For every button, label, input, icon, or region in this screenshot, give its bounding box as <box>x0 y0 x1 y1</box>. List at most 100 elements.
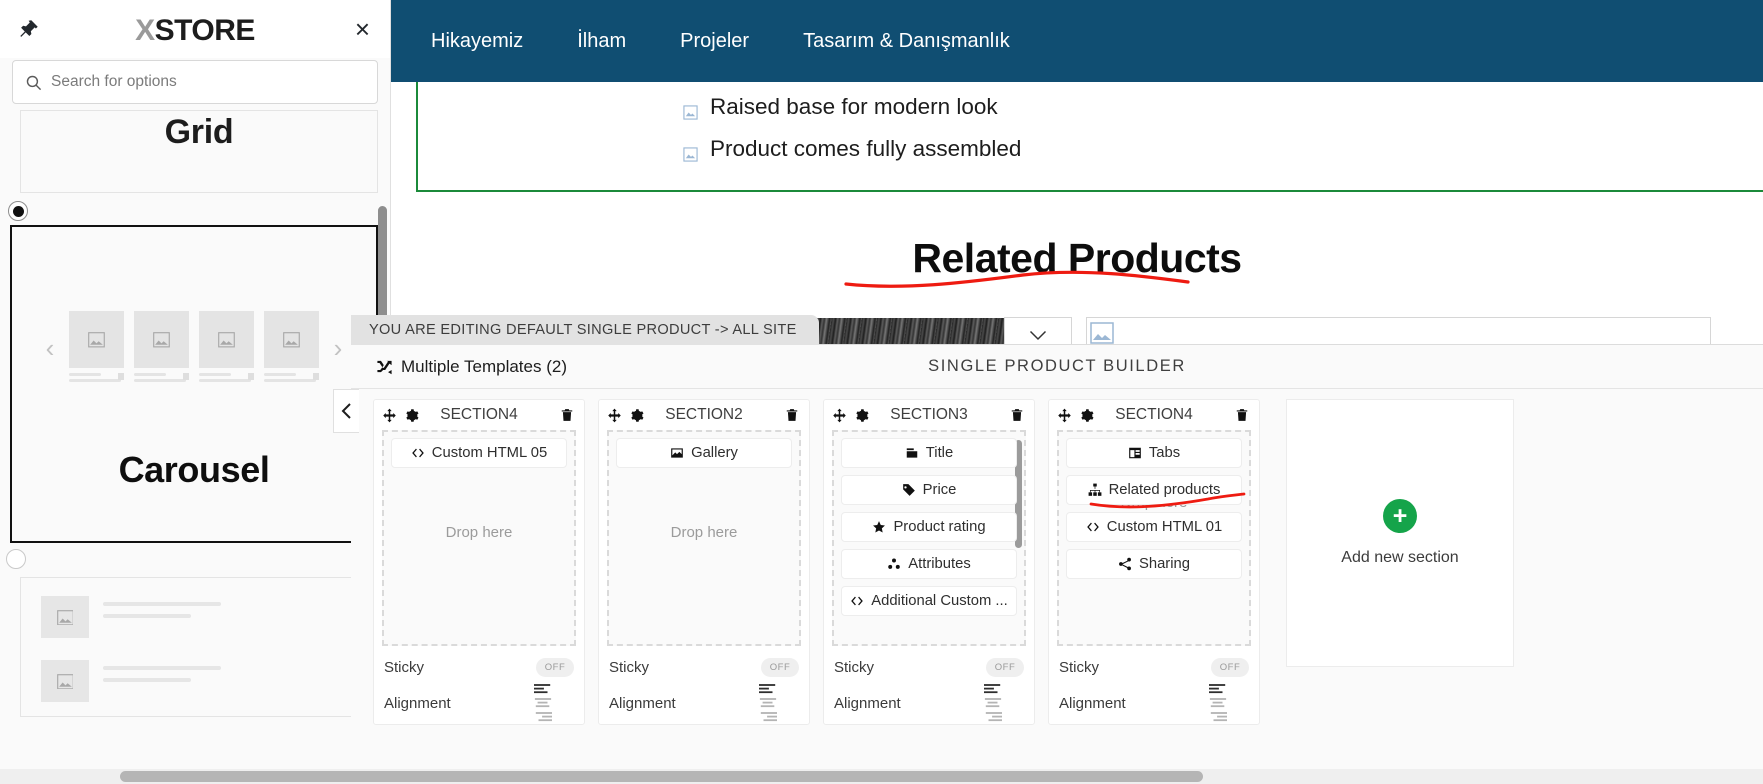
nav-item-ilham[interactable]: İlham <box>577 30 626 53</box>
alignment-row: Alignment <box>1059 682 1249 724</box>
add-new-section-button[interactable]: + Add new section <box>1286 399 1514 667</box>
annotation-underline-heading <box>844 270 1190 288</box>
chevron-down-icon <box>1029 328 1047 341</box>
share-icon <box>1119 557 1131 571</box>
widget-item[interactable]: Title <box>841 438 1017 468</box>
radio-grid[interactable] <box>8 201 28 221</box>
alignment-options[interactable] <box>534 683 574 723</box>
sitemap-icon <box>1088 483 1101 496</box>
brand-x: X <box>135 14 155 47</box>
delete-icon[interactable] <box>1010 408 1024 423</box>
move-icon[interactable] <box>382 408 397 423</box>
move-icon[interactable] <box>832 408 847 423</box>
sticky-toggle[interactable]: OFF <box>1211 657 1249 677</box>
section-column[interactable]: SECTION4 Custom HTML 05 Drop here Sticky <box>373 399 585 725</box>
carousel-item <box>199 311 254 385</box>
delete-icon[interactable] <box>560 408 574 423</box>
gear-icon[interactable] <box>854 408 869 423</box>
widget-item[interactable]: Sharing <box>1066 549 1242 579</box>
placeholder-image-icon <box>264 311 319 368</box>
star-icon <box>873 521 886 533</box>
radio-carousel[interactable] <box>6 549 26 569</box>
option-radio-row-carousel <box>0 543 390 573</box>
move-icon[interactable] <box>607 408 622 423</box>
carousel-next-icon[interactable]: › <box>329 333 347 364</box>
sticky-label: Sticky <box>609 658 650 676</box>
alignment-options[interactable] <box>984 683 1024 723</box>
section-dropzone[interactable]: Gallery Drop here <box>607 430 801 646</box>
widget-item[interactable]: Custom HTML 05 <box>391 438 567 468</box>
section-dropzone[interactable]: Title Price Product rating Attributes Ad… <box>832 430 1026 646</box>
sticky-label: Sticky <box>834 658 875 676</box>
option-label-grid: Grid <box>164 113 234 151</box>
widget-item[interactable]: Additional Custom ... <box>841 586 1017 616</box>
move-icon[interactable] <box>1057 408 1072 423</box>
option-radio-row-grid <box>0 193 390 225</box>
align-left-icon <box>984 683 1001 693</box>
nav-item-hikayemiz[interactable]: Hikayemiz <box>431 30 523 53</box>
align-right-icon <box>985 711 1002 721</box>
section-dropzone[interactable]: Tabs Related products Custom HTML 01 Sha… <box>1057 430 1251 646</box>
panel-body: Grid ‹ › Carousel <box>0 110 390 784</box>
carousel-item <box>264 311 319 385</box>
alignment-options[interactable] <box>759 683 799 723</box>
section-column[interactable]: SECTION4 Tabs Related products Custom HT… <box>1048 399 1260 725</box>
feature-row: Raised base for modern look <box>683 94 998 120</box>
feature-list: Raised base for modern look Product come… <box>416 82 1763 192</box>
sticky-row: Sticky OFF <box>1059 652 1249 682</box>
delete-icon[interactable] <box>785 408 799 423</box>
sticky-toggle[interactable]: OFF <box>986 657 1024 677</box>
collapse-builder-button[interactable] <box>333 389 359 433</box>
panel-header: XSTORE × <box>0 0 390 58</box>
bullet-image-icon <box>683 100 698 120</box>
section-column[interactable]: SECTION2 Gallery Drop here Sticky OFF Al… <box>598 399 810 725</box>
delete-icon[interactable] <box>1235 408 1249 423</box>
builder-title: SINGLE PRODUCT BUILDER <box>928 357 1186 375</box>
widget-item-related-products[interactable]: Related products <box>1066 475 1242 505</box>
widget-item[interactable]: Price <box>841 475 1017 505</box>
align-left-icon <box>759 683 776 693</box>
section-header: SECTION4 <box>374 400 584 430</box>
search-input[interactable] <box>51 73 365 91</box>
widget-label: Custom HTML 01 <box>1106 519 1223 535</box>
placeholder-image-icon <box>41 596 89 638</box>
sticky-label: Sticky <box>1059 658 1100 676</box>
horizontal-scrollbar[interactable] <box>120 771 1203 782</box>
plus-icon: + <box>1383 499 1417 533</box>
carousel-item <box>134 311 189 385</box>
gear-icon[interactable] <box>404 408 419 423</box>
widget-item[interactable]: Gallery <box>616 438 792 468</box>
sticky-toggle[interactable]: OFF <box>761 657 799 677</box>
bullet-image-icon <box>683 142 698 162</box>
alignment-options[interactable] <box>1209 683 1249 723</box>
option-preview-list[interactable] <box>20 577 378 717</box>
widget-label: Title <box>925 445 954 461</box>
section-column[interactable]: SECTION3 Title Price Product rating Attr… <box>823 399 1035 725</box>
sticky-row: Sticky OFF <box>834 652 1024 682</box>
widget-item[interactable]: Custom HTML 01 <box>1066 512 1242 542</box>
widget-item[interactable]: Tabs <box>1066 438 1242 468</box>
widget-label: Price <box>922 482 957 498</box>
thumbnail-image-icon <box>1090 320 1114 346</box>
sections-row: SECTION4 Custom HTML 05 Drop here Sticky <box>351 389 1763 784</box>
widget-label: Attributes <box>908 556 971 572</box>
section-dropzone[interactable]: Custom HTML 05 Drop here <box>382 430 576 646</box>
nav-item-tasarim[interactable]: Tasarım & Danışmanlık <box>803 30 1010 53</box>
builder-header: Multiple Templates (2) SINGLE PRODUCT BU… <box>351 345 1763 389</box>
site-navbar: Hikayemiz İlham Projeler Tasarım & Danış… <box>391 0 1763 82</box>
search-box[interactable] <box>12 60 378 104</box>
carousel-prev-icon[interactable]: ‹ <box>41 333 59 364</box>
widget-item[interactable]: Product rating <box>841 512 1017 542</box>
widget-item[interactable]: Attributes <box>841 549 1017 579</box>
sticky-row: Sticky OFF <box>384 652 574 682</box>
feature-text: Raised base for modern look <box>710 94 998 119</box>
option-label-carousel: Carousel <box>118 449 270 490</box>
gear-icon[interactable] <box>1079 408 1094 423</box>
alignment-label: Alignment <box>1059 694 1126 712</box>
nav-item-projeler[interactable]: Projeler <box>680 30 749 53</box>
option-preview-grid[interactable]: Grid <box>20 110 378 193</box>
option-preview-carousel[interactable]: ‹ › Carousel <box>10 225 378 543</box>
close-icon[interactable]: × <box>355 16 370 42</box>
gear-icon[interactable] <box>629 408 644 423</box>
sticky-toggle[interactable]: OFF <box>536 657 574 677</box>
